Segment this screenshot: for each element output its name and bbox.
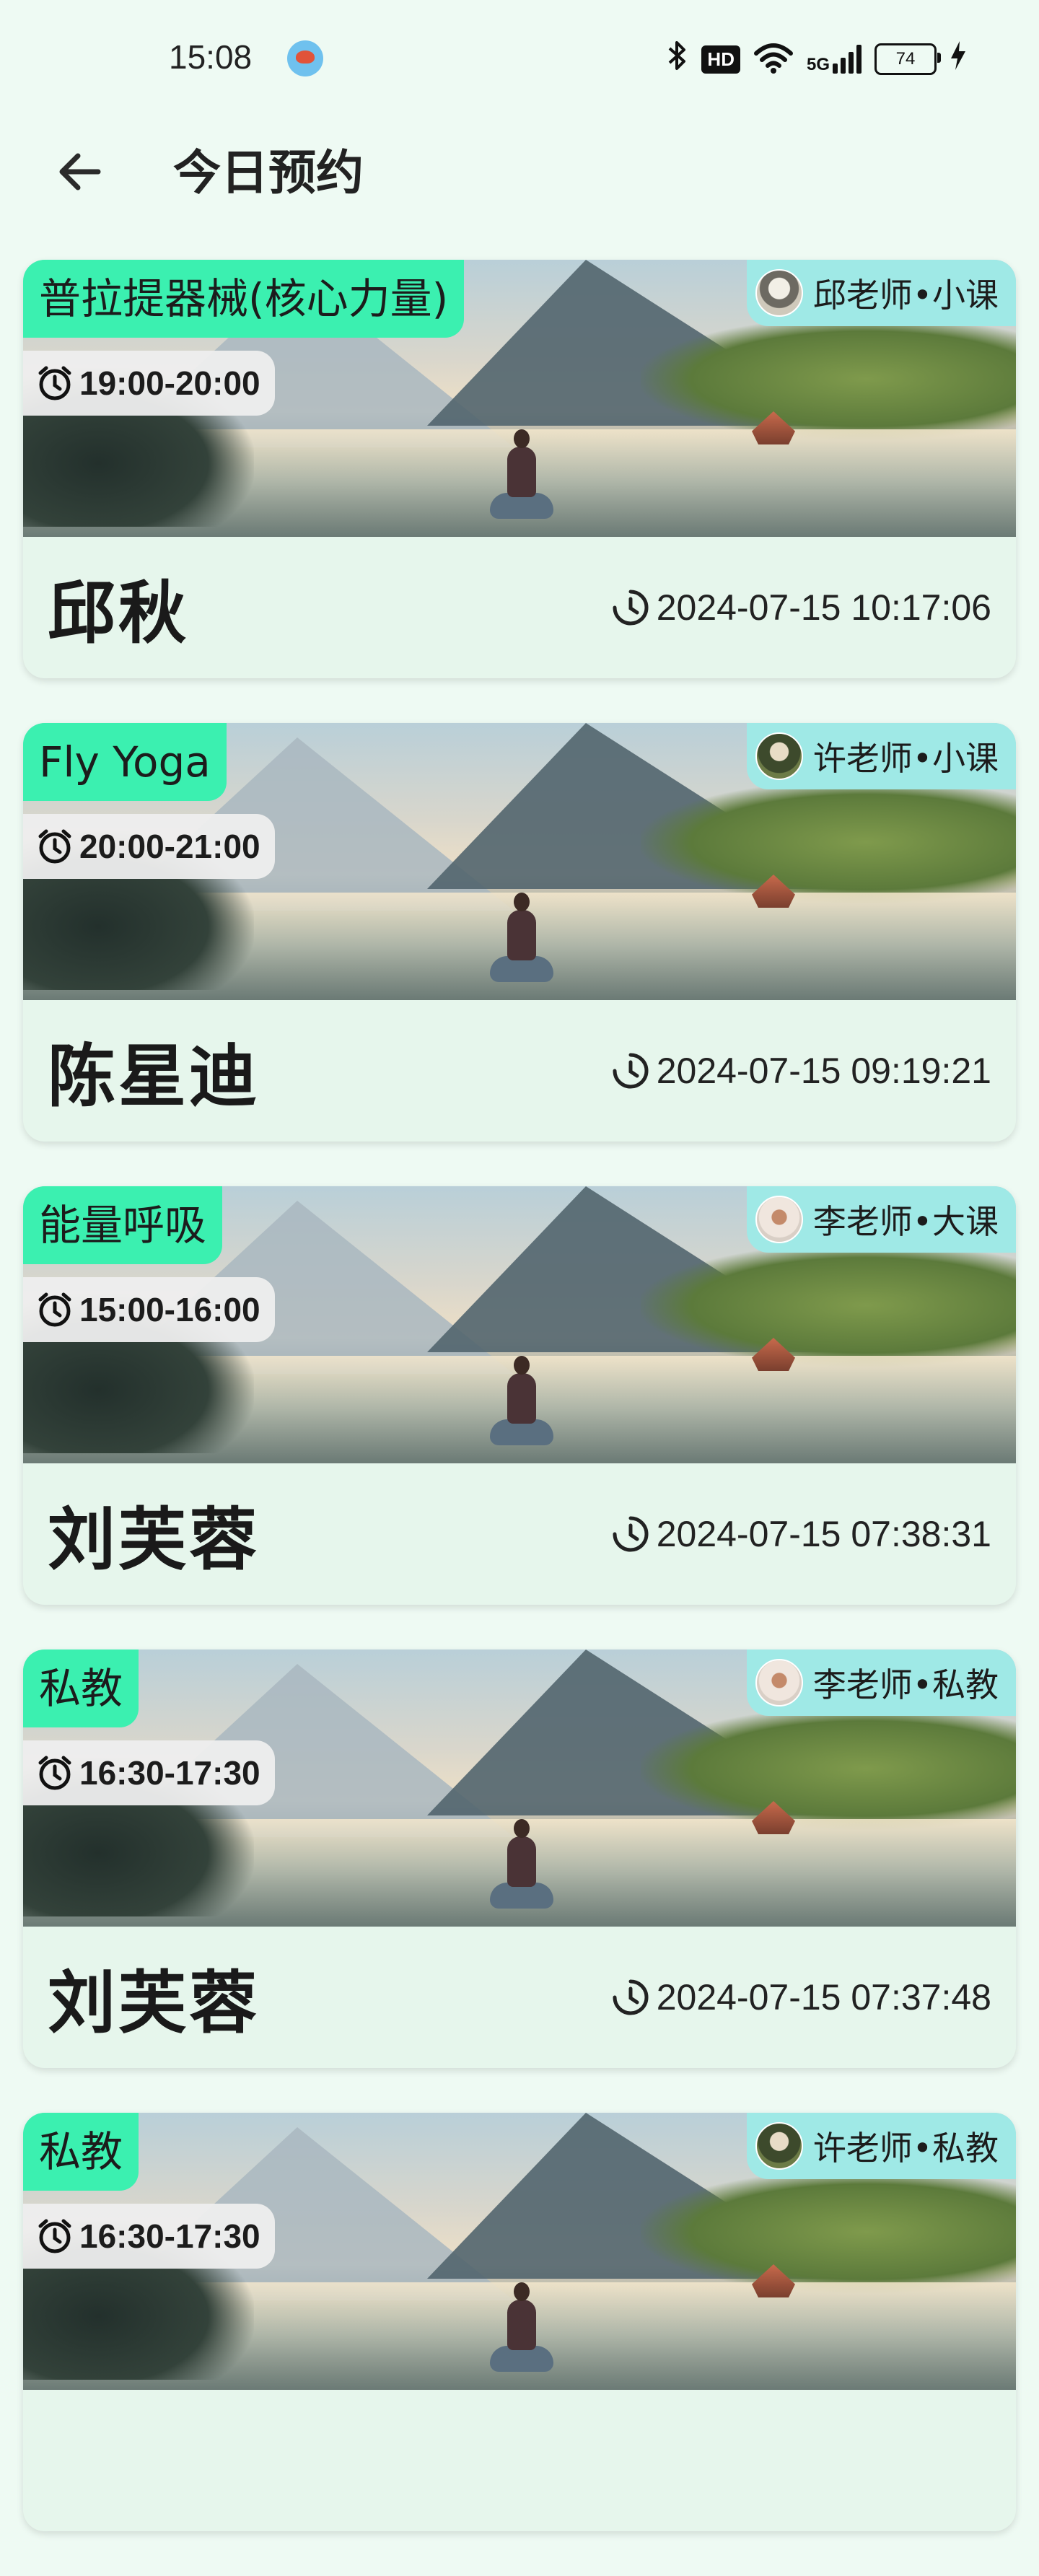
- card-footer: [23, 2390, 1016, 2531]
- class-time-range: 15:00-16:00: [79, 1291, 260, 1328]
- meditating-person-figure: [490, 1356, 553, 1463]
- course-banner-image: 私教 许老师•私教 16:30-17:30: [23, 2113, 1016, 2390]
- card-footer: 刘芙蓉 2024-07-15 07:38:31: [23, 1463, 1016, 1605]
- battery-level: 74: [895, 49, 916, 69]
- status-icons: HD 5G 74: [667, 39, 967, 79]
- teacher-tag: 许老师•小课: [746, 723, 1016, 789]
- student-name: 刘芙蓉: [48, 1501, 260, 1580]
- alarm-clock-icon: [35, 1753, 75, 1793]
- clock-icon: [609, 1976, 652, 2019]
- status-bar: 15:08 HD 5G 74: [0, 0, 1039, 115]
- booked-at-text: 2024-07-15 07:38:31: [656, 1514, 991, 1554]
- charging-icon: [950, 40, 967, 79]
- card-footer: 陈星迪 2024-07-15 09:19:21: [23, 1000, 1016, 1142]
- class-time-tag: 15:00-16:00: [23, 1277, 275, 1342]
- hd-badge: HD: [701, 45, 740, 74]
- bluetooth-icon: [667, 40, 688, 79]
- teacher-avatar: [755, 732, 803, 780]
- clock-icon: [609, 1049, 652, 1092]
- alarm-clock-icon: [35, 363, 75, 403]
- back-button[interactable]: [43, 136, 115, 208]
- alarm-clock-icon: [35, 1289, 75, 1330]
- teacher-tag: 李老师•大课: [746, 1186, 1016, 1253]
- booking-card[interactable]: 私教 许老师•私教 16:30-17:30: [23, 2113, 1016, 2531]
- class-time-tag: 20:00-21:00: [23, 814, 275, 879]
- booking-card[interactable]: Fly Yoga 许老师•小课 20:00-21:00 陈星迪 2024-07-…: [23, 723, 1016, 1142]
- teacher-avatar: [755, 2122, 803, 2170]
- teacher-tag: 李老师•私教: [746, 1650, 1016, 1716]
- booked-at-text: 2024-07-15 09:19:21: [656, 1051, 991, 1091]
- class-time-range: 20:00-21:00: [79, 828, 260, 865]
- student-name: 刘芙蓉: [48, 1964, 260, 2043]
- booking-list: 普拉提器械(核心力量) 邱老师•小课 19:00-20:00 邱秋 2024-0…: [23, 260, 1017, 2576]
- course-name-tag: 普拉提器械(核心力量): [23, 260, 465, 338]
- booking-timestamp: 2024-07-15 07:37:48: [609, 1976, 991, 2019]
- class-time-tag: 16:30-17:30: [23, 2204, 275, 2269]
- card-footer: 刘芙蓉 2024-07-15 07:37:48: [23, 1927, 1016, 2068]
- class-time-range: 16:30-17:30: [79, 2217, 260, 2255]
- app-header: 今日预约: [0, 115, 1039, 216]
- battery-icon: 74: [874, 43, 941, 75]
- booking-timestamp: 2024-07-15 09:19:21: [609, 1049, 991, 1092]
- meditating-person-figure: [490, 429, 553, 537]
- teacher-avatar: [755, 1196, 803, 1243]
- clock-icon: [609, 1512, 652, 1556]
- network-type-label: 5G: [806, 55, 830, 74]
- teacher-label: 许老师•私教: [812, 2129, 999, 2168]
- card-footer: 邱秋 2024-07-15 10:17:06: [23, 537, 1016, 678]
- cellular-signal: 5G: [807, 45, 862, 74]
- booking-timestamp: 2024-07-15 10:17:06: [609, 586, 991, 629]
- class-time-tag: 16:30-17:30: [23, 1740, 275, 1805]
- course-banner-image: 能量呼吸 李老师•大课 15:00-16:00: [23, 1186, 1016, 1463]
- alarm-clock-icon: [35, 2216, 75, 2256]
- course-banner-image: 私教 李老师•私教 16:30-17:30: [23, 1650, 1016, 1927]
- booking-card[interactable]: 能量呼吸 李老师•大课 15:00-16:00 刘芙蓉 2024-07-15 0…: [23, 1186, 1016, 1605]
- booking-timestamp: 2024-07-15 07:38:31: [609, 1512, 991, 1556]
- teacher-label: 李老师•大课: [812, 1202, 999, 1241]
- booked-at-text: 2024-07-15 07:37:48: [656, 1977, 991, 2018]
- status-time: 15:08: [169, 38, 253, 76]
- clock-icon: [609, 586, 652, 629]
- class-time-tag: 19:00-20:00: [23, 351, 275, 416]
- course-name-tag: 能量呼吸: [23, 1186, 223, 1264]
- signal-bars-icon: [833, 45, 862, 74]
- wifi-icon: [753, 42, 794, 76]
- class-time-range: 19:00-20:00: [79, 364, 260, 402]
- alarm-clock-icon: [35, 826, 75, 867]
- meditating-person-figure: [490, 893, 553, 1000]
- notification-bird-icon: [287, 40, 323, 76]
- teacher-label: 邱老师•小课: [812, 276, 999, 315]
- course-name-tag: Fly Yoga: [23, 723, 227, 801]
- booking-card[interactable]: 普拉提器械(核心力量) 邱老师•小课 19:00-20:00 邱秋 2024-0…: [23, 260, 1016, 678]
- course-name-tag: 私教: [23, 1650, 139, 1727]
- student-name: 陈星迪: [48, 1038, 260, 1116]
- teacher-label: 李老师•私教: [812, 1665, 999, 1704]
- page-title: 今日预约: [173, 145, 364, 201]
- course-banner-image: 普拉提器械(核心力量) 邱老师•小课 19:00-20:00: [23, 260, 1016, 537]
- student-name: 邱秋: [48, 574, 190, 653]
- class-time-range: 16:30-17:30: [79, 1754, 260, 1792]
- meditating-person-figure: [490, 1819, 553, 1927]
- course-banner-image: Fly Yoga 许老师•小课 20:00-21:00: [23, 723, 1016, 1000]
- teacher-avatar: [755, 269, 803, 317]
- booked-at-text: 2024-07-15 10:17:06: [656, 587, 991, 628]
- teacher-tag: 许老师•私教: [746, 2113, 1016, 2179]
- arrow-left-icon: [59, 153, 101, 190]
- meditating-person-figure: [490, 2282, 553, 2390]
- teacher-tag: 邱老师•小课: [746, 260, 1016, 326]
- booking-card[interactable]: 私教 李老师•私教 16:30-17:30 刘芙蓉 2024-07-15 07:…: [23, 1650, 1016, 2068]
- course-name-tag: 私教: [23, 2113, 139, 2191]
- teacher-avatar: [755, 1659, 803, 1707]
- teacher-label: 许老师•小课: [812, 739, 999, 778]
